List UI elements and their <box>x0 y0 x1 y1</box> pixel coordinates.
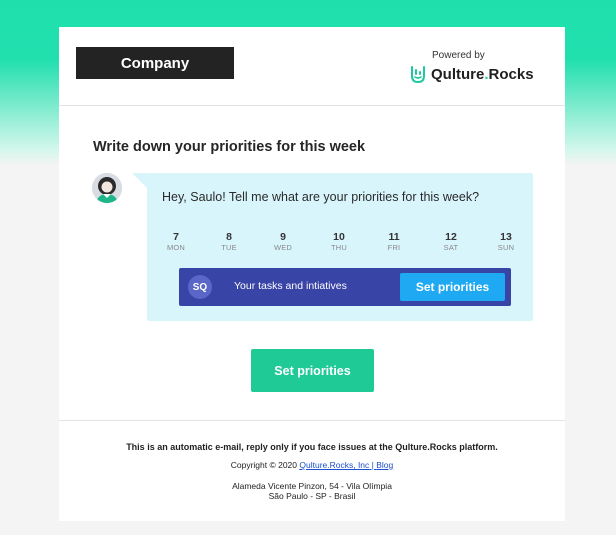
email-header: Company Powered by Qulture.Rocks <box>59 27 565 106</box>
brand-suffix: Rocks <box>488 65 534 83</box>
company-link[interactable]: Qulture.Rocks, Inc <box>299 460 369 470</box>
day-number: 8 <box>226 231 232 243</box>
day-sun[interactable]: 13 SUN <box>486 231 526 253</box>
day-thu[interactable]: 10 THU <box>319 231 359 253</box>
powered-by-label: Powered by <box>432 50 485 61</box>
user-initials-avatar: SQ <box>188 275 212 299</box>
day-number: 10 <box>333 231 345 243</box>
set-priorities-button[interactable]: Set priorities <box>251 349 374 392</box>
week-days: 7 MON 8 TUE 9 WED 10 THU 11 FRI 12 SAT 1… <box>147 231 533 257</box>
message-bubble: Hey, Saulo! Tell me what are your priori… <box>147 173 533 321</box>
day-number: 7 <box>173 231 179 243</box>
set-priorities-inline-button[interactable]: Set priorities <box>400 273 505 301</box>
avatar <box>92 173 122 203</box>
company-logo-text: Company <box>120 54 190 72</box>
day-name: WED <box>273 243 293 252</box>
day-number: 13 <box>500 231 512 243</box>
tasks-bar: SQ Your tasks and intiatives Set priorit… <box>179 268 511 306</box>
bubble-tail <box>132 173 147 188</box>
day-name: SAT <box>443 243 459 252</box>
day-name: TUE <box>221 243 237 252</box>
address-line-2: São Paulo - SP - Brasil <box>268 490 356 501</box>
day-number: 9 <box>280 231 286 243</box>
copyright: Copyright © 2020 Qulture.Rocks, Inc | Bl… <box>59 460 565 470</box>
day-wed[interactable]: 9 WED <box>263 231 303 253</box>
brand-name: Qulture <box>431 65 485 83</box>
company-logo: Company <box>76 47 234 79</box>
email-card: Company Powered by Qulture.Rocks Write d… <box>59 27 565 521</box>
tasks-label: Your tasks and intiatives <box>234 280 347 292</box>
day-mon[interactable]: 7 MON <box>156 231 196 253</box>
rock-hand-icon <box>411 66 425 84</box>
footer-divider <box>59 420 565 421</box>
qulture-rocks-wordmark: Qulture.Rocks <box>431 66 534 83</box>
day-fri[interactable]: 11 FRI <box>374 231 414 253</box>
footer-note: This is an automatic e-mail, reply only … <box>126 442 498 452</box>
qulture-rocks-logo[interactable]: Qulture.Rocks <box>409 63 534 85</box>
address: Alameda Vicente Pinzon, 54 - Vila Olímpi… <box>59 481 565 501</box>
day-number: 11 <box>388 231 400 243</box>
blog-link[interactable]: Blog <box>376 460 393 470</box>
day-name: SUN <box>497 243 515 252</box>
day-name: FRI <box>387 243 401 252</box>
page-title: Write down your priorities for this week <box>93 139 366 155</box>
copyright-text: Copyright © 2020 <box>230 460 300 470</box>
greeting-text: Hey, Saulo! Tell me what are your priori… <box>162 190 480 204</box>
day-tue[interactable]: 8 TUE <box>209 231 249 253</box>
day-sat[interactable]: 12 SAT <box>431 231 471 253</box>
day-number: 12 <box>445 231 457 243</box>
day-name: THU <box>330 243 347 252</box>
day-name: MON <box>166 243 186 252</box>
avatar-icon <box>92 173 122 203</box>
